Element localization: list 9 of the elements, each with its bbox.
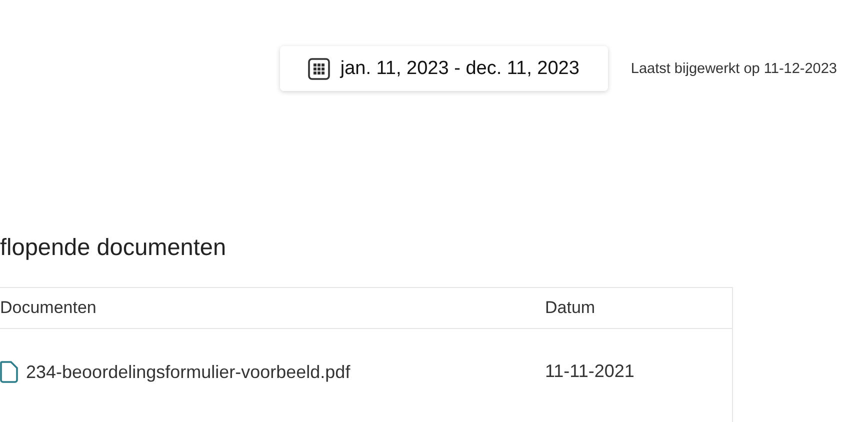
last-updated-text: Laatst bijgewerkt op 11-12-2023 [630,60,837,76]
column-header: Datum [545,298,596,318]
calendar-icon [308,58,330,80]
column-header: Documenten [0,298,98,318]
file-icon [0,361,18,383]
file-link[interactable]: 234-beoordelingsformulier-voorbeeld.pdf [26,362,350,382]
section-title: flopende documenten [0,233,228,262]
date-range-button[interactable]: jan. 11, 2023 - dec. 11, 2023 [280,46,608,91]
date-cell-text: 11-11-2021 [545,361,636,382]
